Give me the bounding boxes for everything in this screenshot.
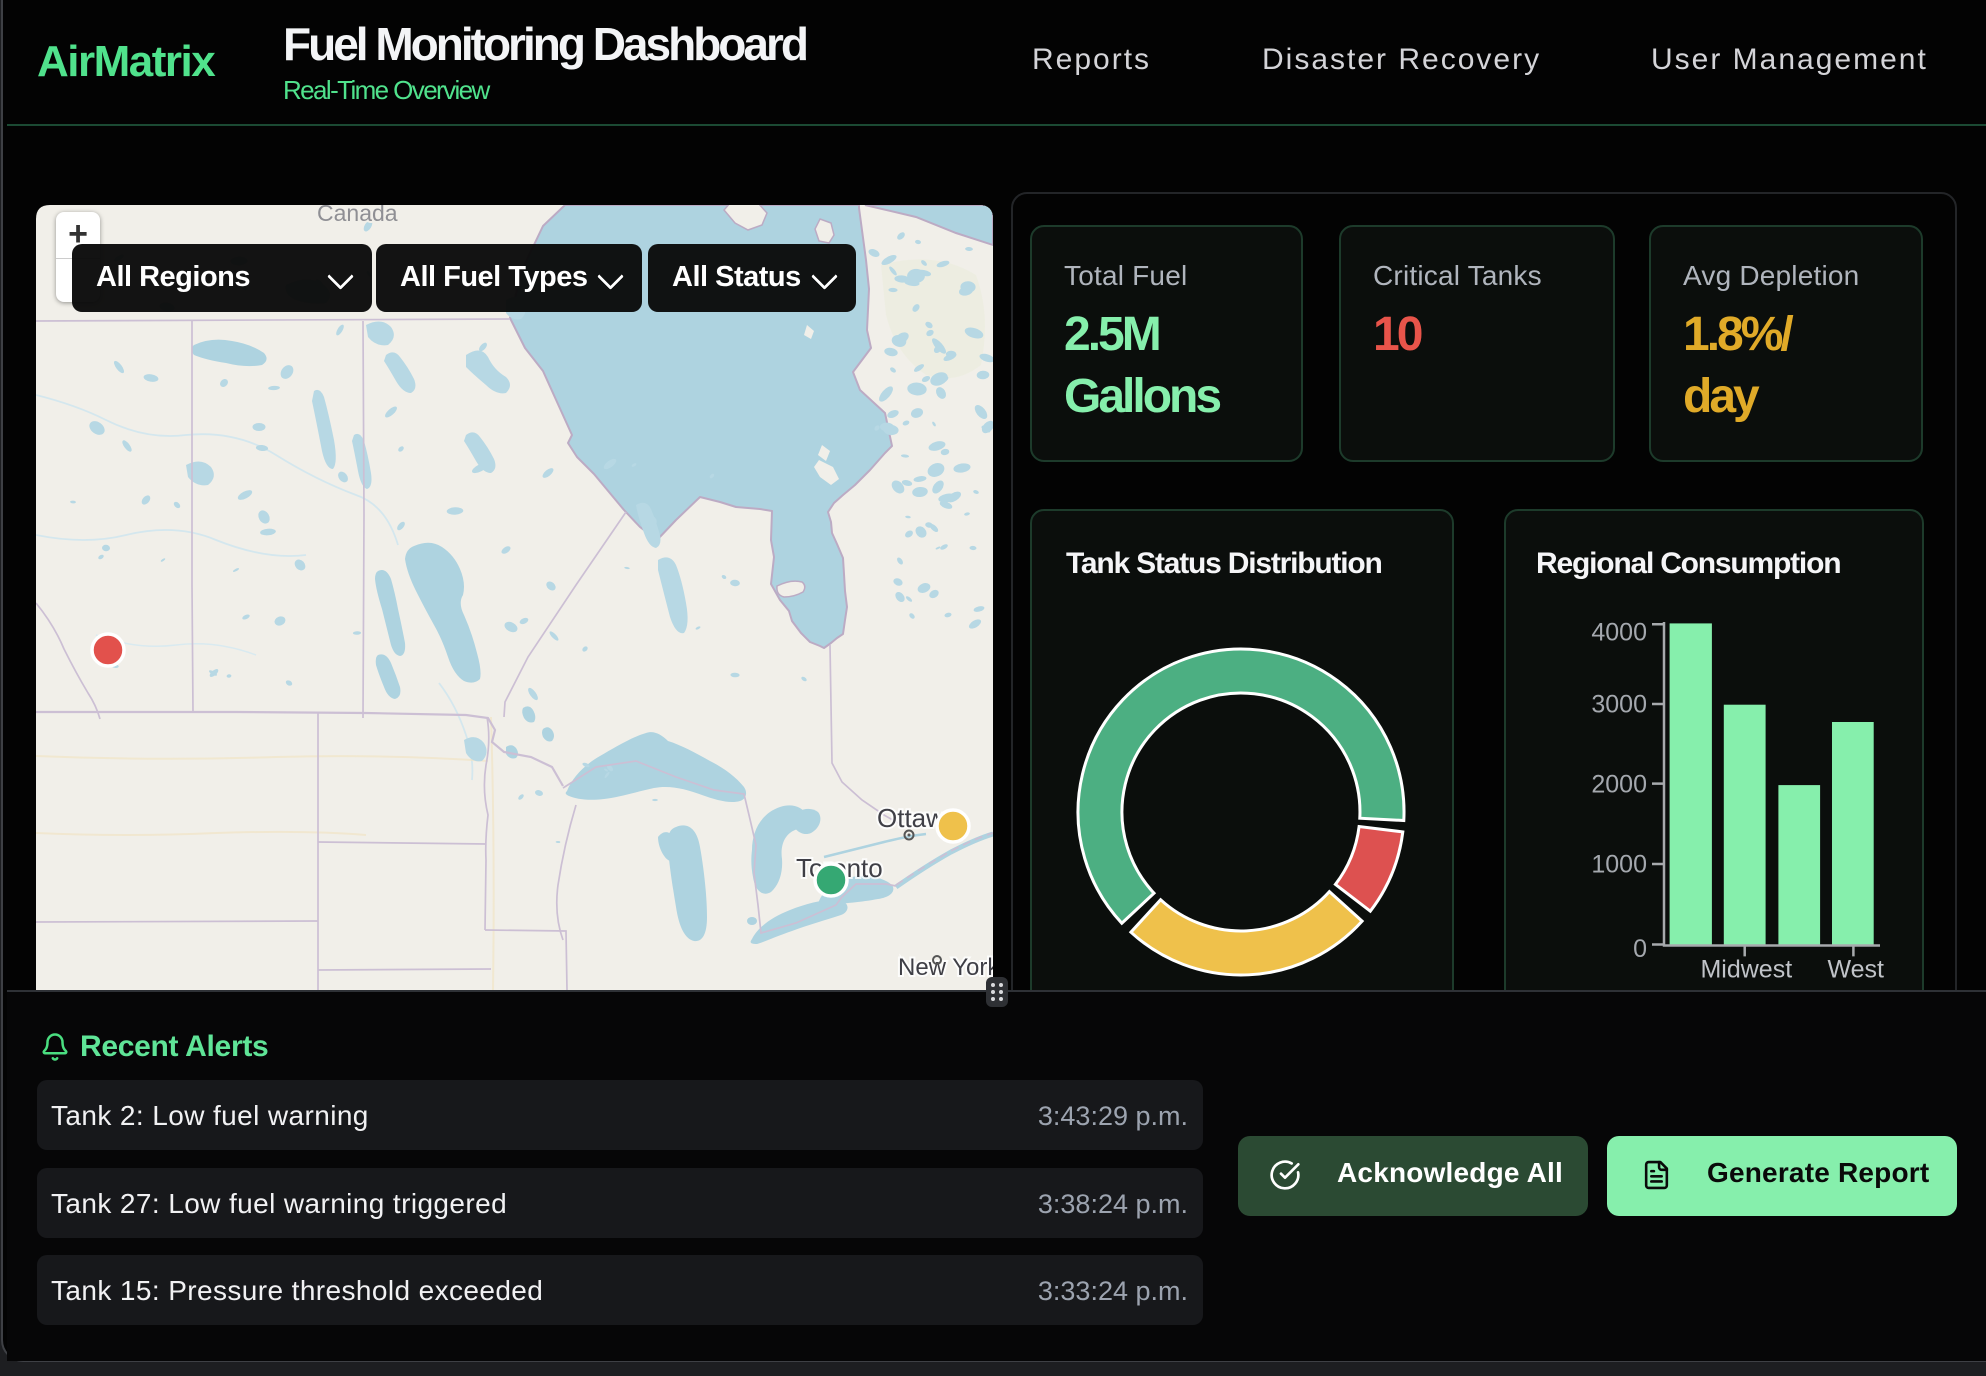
svg-text:1000: 1000: [1591, 851, 1647, 879]
svg-text:Midwest: Midwest: [1700, 956, 1792, 984]
svg-text:0: 0: [1633, 935, 1647, 963]
svg-text:4000: 4000: [1591, 618, 1647, 646]
svg-text:West: West: [1827, 956, 1884, 984]
svg-text:3000: 3000: [1591, 691, 1647, 719]
svg-text:2000: 2000: [1591, 770, 1647, 798]
svg-text:Canada: Canada: [317, 205, 398, 226]
svg-text:New York: New York: [898, 954, 993, 981]
